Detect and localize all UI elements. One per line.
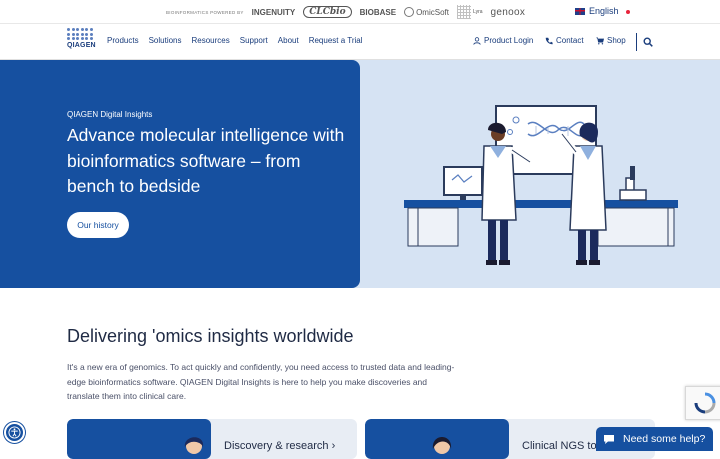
lyra-logo-icon	[456, 5, 471, 19]
brand-lyra[interactable]: Lyra	[456, 5, 483, 19]
logo-dots-icon	[67, 28, 97, 40]
shop-link[interactable]: Shop	[596, 36, 626, 45]
phone-icon	[545, 37, 553, 44]
lab-bench	[404, 200, 678, 208]
user-icon	[473, 36, 481, 45]
accessibility-icon	[8, 426, 21, 439]
section-title: Delivering 'omics insights worldwide	[67, 326, 354, 346]
brand-lyra-label: Lyra	[472, 9, 483, 15]
our-history-button[interactable]: Our history	[67, 212, 129, 238]
help-chat-label: Need some help?	[623, 433, 706, 445]
nav-item-about[interactable]: About	[278, 36, 299, 45]
hero-card: QIAGEN Digital Insights Advance molecula…	[0, 60, 360, 288]
cart-icon	[596, 36, 604, 45]
product-login-link[interactable]: Product Login	[473, 36, 533, 45]
section-body: It's a new era of genomics. To act quick…	[67, 362, 455, 401]
accessibility-button[interactable]	[4, 422, 25, 443]
brand-omicsoft[interactable]: OmicSoft	[404, 7, 449, 17]
nav-item-support[interactable]: Support	[240, 36, 268, 45]
japan-flag-icon[interactable]	[624, 8, 632, 16]
logo-wordmark: QIAGEN	[67, 42, 96, 49]
product-login-label: Product Login	[484, 36, 534, 45]
card-clinical-label: Clinical NGS to	[522, 440, 597, 452]
omicsoft-logo-icon	[404, 7, 415, 17]
brand-clcbio[interactable]: CLCbio	[303, 6, 352, 18]
language-selector[interactable]: English	[575, 6, 619, 16]
chat-bubble-icon	[604, 434, 614, 444]
nav-item-request-trial[interactable]: Request a Trial	[309, 36, 363, 45]
brand-biobase[interactable]: BIOBASE	[360, 8, 396, 17]
contact-label: Contact	[556, 36, 584, 45]
brand-genoox[interactable]: genoox	[491, 7, 526, 18]
hero-section: QIAGEN Digital Insights Advance molecula…	[0, 60, 720, 288]
shop-label: Shop	[607, 36, 626, 45]
powered-by-label: BIOINFORMATICS POWERED BY	[166, 9, 244, 15]
card-discovery-label: Discovery & research ›	[224, 440, 336, 452]
brand-omicsoft-label: OmicSoft	[416, 7, 449, 17]
brand-bar: BIOINFORMATICS POWERED BY INGENUITY CLCb…	[0, 0, 720, 24]
nav-menu: Products Solutions Resources Support Abo…	[107, 36, 363, 45]
scientist-avatar-icon	[184, 437, 204, 454]
contact-link[interactable]: Contact	[545, 36, 584, 45]
nav-item-solutions[interactable]: Solutions	[149, 36, 182, 45]
recaptcha-icon	[694, 392, 716, 414]
hero-headline: Advance molecular intelligence with bioi…	[67, 125, 345, 196]
scientists-illustration	[404, 105, 678, 265]
hero-eyebrow: QIAGEN Digital Insights	[67, 110, 153, 119]
brand-ingenuity[interactable]: INGENUITY	[252, 8, 296, 17]
qiagen-logo[interactable]: QIAGEN	[67, 28, 97, 56]
clinician-avatar-icon	[432, 437, 452, 454]
main-navigation: QIAGEN Products Solutions Resources Supp…	[0, 24, 720, 60]
card-discovery-research[interactable]: Discovery & research ›	[67, 419, 357, 459]
nav-item-resources[interactable]: Resources	[192, 36, 230, 45]
nav-item-products[interactable]: Products	[107, 36, 139, 45]
recaptcha-badge[interactable]	[685, 386, 720, 420]
search-icon[interactable]	[643, 37, 653, 47]
uk-flag-icon	[575, 7, 585, 15]
brand-logos: BIOINFORMATICS POWERED BY INGENUITY CLCb…	[166, 4, 525, 20]
language-label: English	[589, 6, 619, 16]
nav-divider	[636, 33, 637, 51]
help-chat-button[interactable]: Need some help?	[596, 427, 713, 451]
